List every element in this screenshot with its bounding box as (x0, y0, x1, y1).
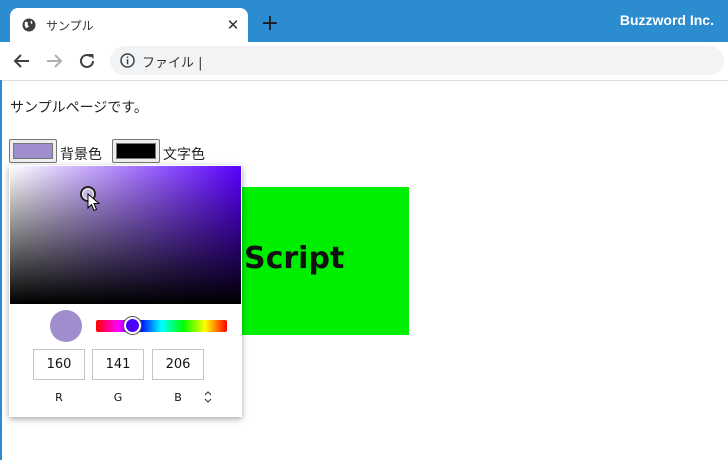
brand-label: Buzzword Inc. (619, 12, 714, 28)
text-color-input[interactable] (112, 139, 160, 163)
green-label: G (113, 391, 123, 404)
blue-value-field[interactable]: 206 (152, 349, 204, 380)
text-color-swatch (116, 143, 156, 159)
green-value-field[interactable]: 141 (92, 349, 144, 380)
info-icon[interactable] (120, 53, 135, 68)
background-color-swatch (13, 143, 53, 159)
intro-text: サンプルページです。 (10, 100, 148, 116)
tab-title: サンプル (46, 19, 94, 33)
globe-icon (22, 18, 36, 32)
text-color-label: 文字色 (163, 147, 205, 163)
format-toggle-icon[interactable] (203, 390, 213, 404)
mouse-cursor-icon (87, 193, 101, 212)
forward-arrow-icon[interactable] (43, 50, 65, 72)
red-label: R (55, 391, 63, 404)
browser-tab[interactable]: サンプル ✕ (10, 8, 248, 42)
plus-icon[interactable]: + (260, 13, 280, 35)
tab-strip: サンプル ✕ + Buzzword Inc. (0, 0, 728, 42)
blue-label: B (174, 391, 182, 404)
address-text: ファイル | (142, 56, 203, 71)
color-preview (50, 310, 82, 342)
color-picker-popup: 160 141 206 R G B (9, 165, 242, 417)
window-edge (0, 80, 2, 460)
close-icon[interactable]: ✕ (224, 16, 242, 34)
saturation-area[interactable] (10, 166, 241, 304)
back-arrow-icon[interactable] (11, 50, 33, 72)
sample-box-text: Script (244, 241, 345, 276)
hue-slider[interactable] (96, 320, 227, 332)
hue-slider-handle[interactable] (124, 317, 141, 334)
reload-icon[interactable] (76, 50, 98, 72)
sample-box: Script (241, 187, 409, 335)
address-bar[interactable]: ファイル | (110, 46, 724, 75)
red-value-field[interactable]: 160 (33, 349, 85, 380)
background-color-label: 背景色 (60, 147, 102, 163)
background-color-input[interactable] (9, 139, 57, 163)
browser-toolbar: ファイル | (0, 42, 728, 81)
